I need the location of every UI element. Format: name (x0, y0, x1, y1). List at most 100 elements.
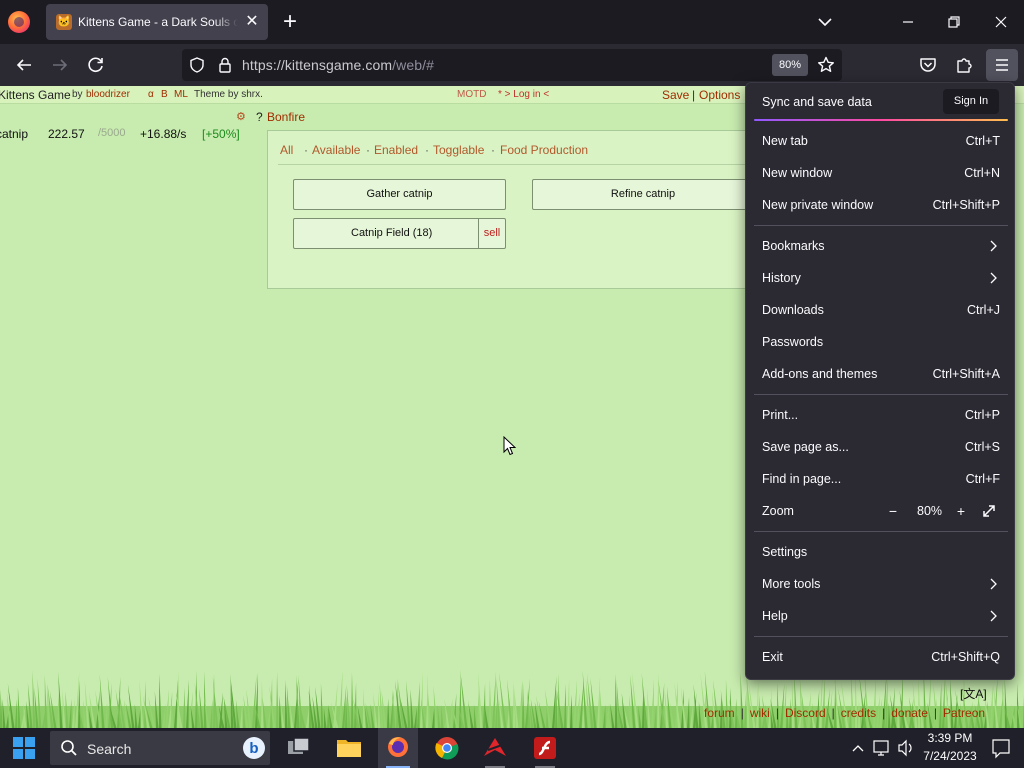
catnip-field-button[interactable]: Catnip Field (18) sell (293, 218, 506, 249)
sell-button[interactable]: sell (478, 219, 505, 248)
filter-available[interactable]: Available (312, 143, 360, 157)
mouse-cursor-icon (503, 435, 517, 456)
motd-link[interactable]: MOTD (457, 86, 486, 104)
bonfire-gear-icon[interactable]: ⚙ (236, 110, 246, 123)
menu-item-label: History (762, 271, 801, 285)
zoom-reset-button[interactable]: 80% (917, 504, 942, 518)
lock-icon[interactable] (216, 56, 234, 74)
minimize-window-icon[interactable] (896, 10, 920, 34)
firefox-view-icon[interactable] (8, 11, 30, 33)
patreon-link[interactable]: Patreon (943, 706, 985, 720)
filter-all[interactable]: All (280, 143, 293, 157)
refine-catnip-button[interactable]: Refine catnip (532, 179, 754, 210)
menu-item-history[interactable]: History (746, 263, 1016, 293)
footer-separator: | (882, 706, 886, 720)
close-tab-icon[interactable]: ✕ (242, 12, 262, 32)
menu-item-more-tools[interactable]: More tools (746, 569, 1016, 599)
menu-item-downloads[interactable]: Downloads Ctrl+J (746, 295, 1016, 325)
forum-link[interactable]: forum (704, 706, 735, 720)
beta-link[interactable]: B (161, 86, 168, 104)
volume-icon[interactable] (896, 728, 916, 768)
menu-item-passwords[interactable]: Passwords (746, 327, 1016, 357)
sign-in-button[interactable]: Sign In (943, 89, 999, 114)
chevron-right-icon (988, 270, 998, 286)
task-view-icon[interactable] (282, 728, 316, 768)
bonfire-tab-title[interactable]: Bonfire (267, 110, 305, 124)
donate-link[interactable]: donate (891, 706, 928, 720)
menu-item-save-page-as[interactable]: Save page as... Ctrl+S (746, 432, 1016, 462)
ml-link[interactable]: ML (174, 86, 188, 104)
windows-start-icon[interactable] (8, 728, 40, 768)
language-toggle[interactable]: [文A] (960, 685, 987, 702)
url-text[interactable]: https://kittensgame.com/web/# (242, 57, 434, 73)
tracking-protection-shield-icon[interactable] (188, 56, 206, 74)
zoom-out-button[interactable]: − (884, 502, 902, 520)
search-placeholder: Search (87, 741, 132, 757)
menu-item-exit[interactable]: Exit Ctrl+Shift+Q (746, 642, 1016, 672)
menu-item-new-private-window[interactable]: New private window Ctrl+Shift+P (746, 190, 1016, 220)
clock-time[interactable]: 3:39 PM (920, 731, 980, 745)
filter-food-production[interactable]: Food Production (500, 143, 588, 157)
extensions-puzzle-icon[interactable] (952, 53, 976, 77)
login-link[interactable]: * > Log in < (498, 86, 549, 104)
fullscreen-expand-icon[interactable] (980, 502, 998, 520)
filter-enabled[interactable]: Enabled (374, 143, 418, 157)
red-app-icon[interactable] (478, 728, 512, 768)
alpha-link[interactable]: α (148, 86, 154, 104)
menu-item-new-tab[interactable]: New tab Ctrl+T (746, 126, 1016, 156)
reload-icon[interactable] (84, 53, 108, 77)
menu-item-print[interactable]: Print... Ctrl+P (746, 400, 1016, 430)
menu-item-label: New tab (762, 134, 808, 148)
footer-links: forum | wiki | Discord | credits | donate | Patreo… (704, 706, 985, 720)
taskbar-search-box[interactable]: Search b (50, 731, 270, 765)
bookmark-star-icon[interactable] (816, 55, 836, 75)
taskbar-firefox-icon[interactable] (378, 728, 418, 768)
list-all-tabs-chevron-icon[interactable] (812, 10, 838, 34)
tab-kittens-game[interactable]: 🐱 Kittens Game - a Dark Souls of Increme… (46, 4, 268, 40)
gather-catnip-button[interactable]: Gather catnip (293, 179, 506, 210)
flash-player-icon[interactable] (528, 728, 562, 768)
author-link[interactable]: bloodrizer (86, 86, 130, 104)
filter-togglable[interactable]: Togglable (433, 143, 484, 157)
forward-arrow-icon[interactable] (48, 53, 72, 77)
close-window-icon[interactable] (989, 10, 1013, 34)
url-host: https://kittensgame.com (242, 57, 393, 73)
options-link[interactable]: Options (699, 86, 740, 104)
open-application-menu-button[interactable] (986, 49, 1018, 81)
menu-item-shortcut: Ctrl+Shift+P (932, 198, 1000, 212)
notifications-icon[interactable] (990, 728, 1012, 768)
bonfire-panel: All · Available · Enabled · Togglable · … (267, 130, 787, 289)
filter-separator: · (491, 143, 495, 157)
credits-link[interactable]: credits (841, 706, 876, 720)
back-arrow-icon[interactable] (12, 53, 36, 77)
restore-window-icon[interactable] (942, 10, 966, 34)
menu-item-bookmarks[interactable]: Bookmarks (746, 231, 1016, 261)
zoom-in-button[interactable]: + (952, 502, 970, 520)
pocket-icon[interactable] (916, 53, 940, 77)
chrome-icon[interactable] (430, 728, 464, 768)
sync-title[interactable]: Sync and save data (762, 95, 872, 109)
network-icon[interactable] (872, 728, 892, 768)
clock-date[interactable]: 7/24/2023 (920, 749, 980, 763)
bonfire-help-icon[interactable]: ? (256, 110, 263, 124)
filter-separator: · (304, 143, 308, 157)
menu-item-label: Passwords (762, 335, 824, 349)
save-link[interactable]: Save (662, 86, 689, 104)
menu-item-settings[interactable]: Settings (746, 537, 1016, 567)
menu-separator (754, 394, 1008, 395)
menu-item-help[interactable]: Help (746, 601, 1016, 631)
menu-item-addons-and-themes[interactable]: Add-ons and themes Ctrl+Shift+A (746, 359, 1016, 389)
zoom-level-badge[interactable]: 80% (772, 54, 808, 76)
new-tab-button[interactable]: + (278, 8, 302, 36)
menu-separator (754, 636, 1008, 637)
menu-item-find-in-page[interactable]: Find in page... Ctrl+F (746, 464, 1016, 494)
show-hidden-icons-chevron-icon[interactable] (850, 728, 866, 768)
url-bar[interactable]: https://kittensgame.com/web/# 80% (182, 49, 842, 81)
application-menu: Sync and save data Sign In New tab Ctrl+… (745, 82, 1015, 680)
discord-link[interactable]: Discord (785, 706, 826, 720)
file-explorer-icon[interactable] (332, 728, 366, 768)
bing-icon[interactable]: b (242, 736, 266, 765)
tab-strip: 🐱 Kittens Game - a Dark Souls of Increme… (0, 0, 1024, 44)
wiki-link[interactable]: wiki (750, 706, 770, 720)
menu-item-new-window[interactable]: New window Ctrl+N (746, 158, 1016, 188)
